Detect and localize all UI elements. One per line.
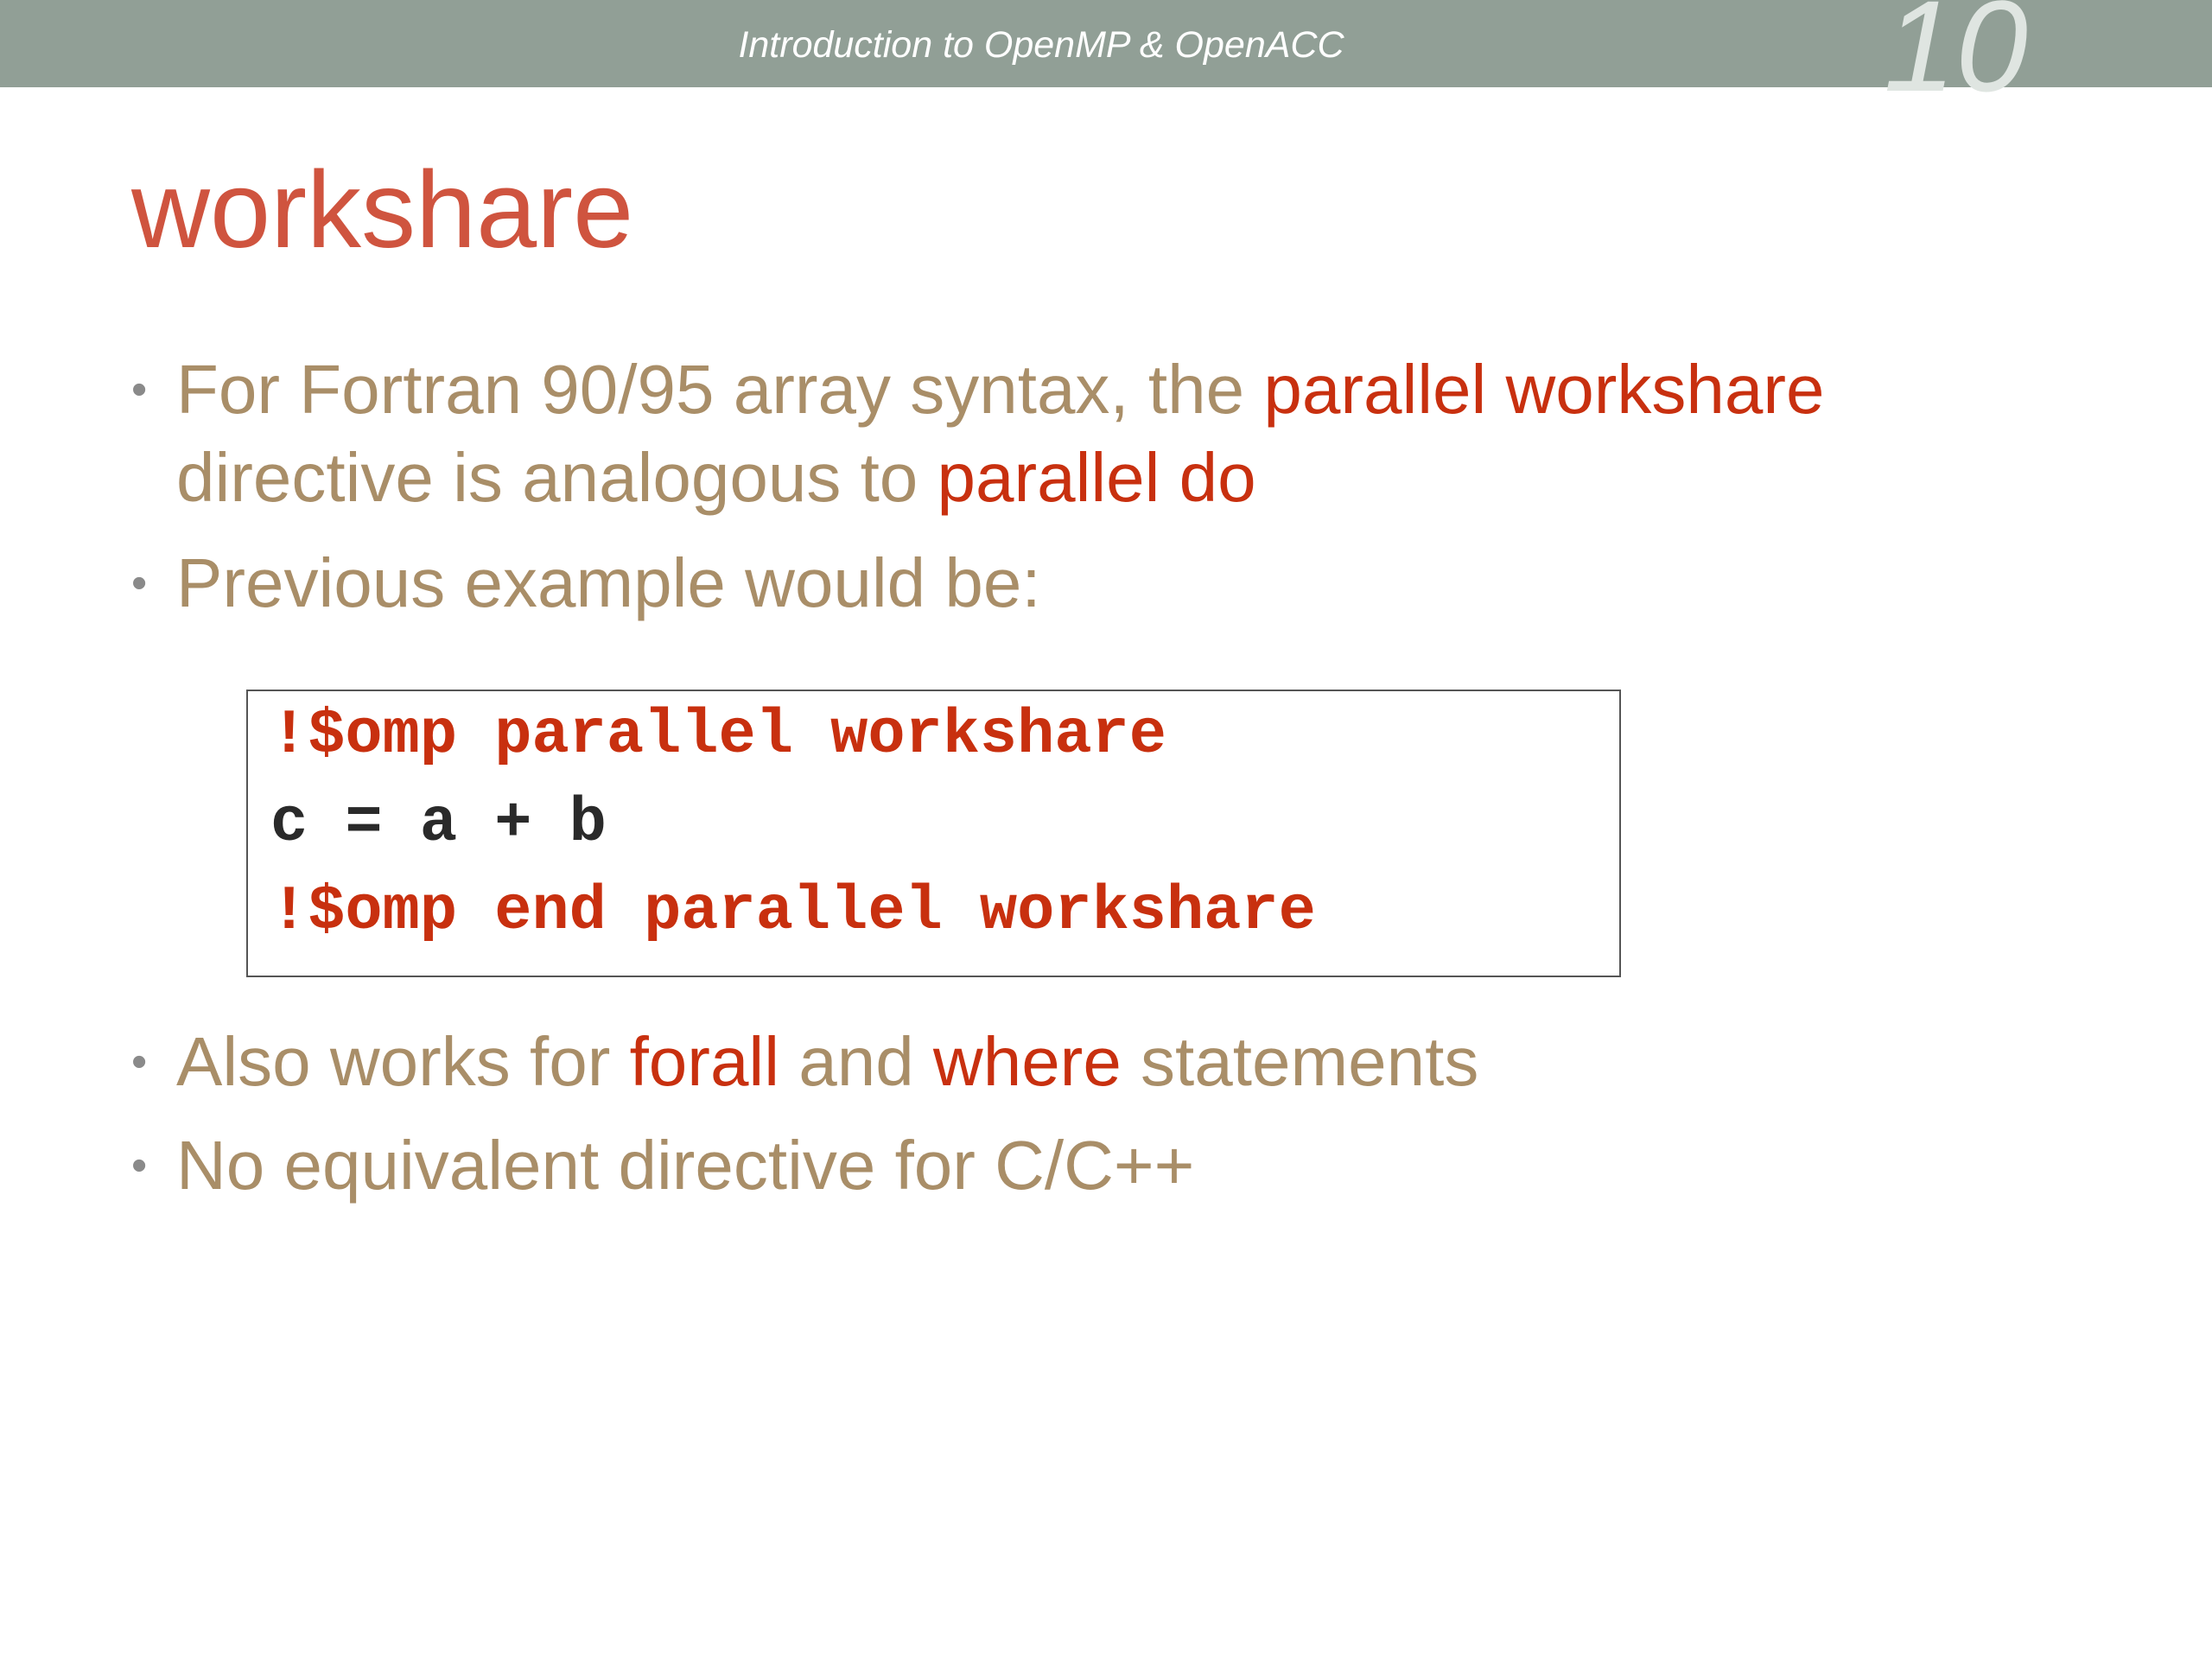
text-run: No equivalent directive for C/C++ bbox=[176, 1127, 1195, 1204]
bullet-text: Also works for forall and where statemen… bbox=[176, 1018, 2084, 1106]
highlight-run: parallel do bbox=[937, 439, 1256, 516]
text-run: For Fortran 90/95 array syntax, the bbox=[176, 351, 1264, 428]
text-run: statements bbox=[1121, 1023, 1479, 1100]
code-line-directive: !$omp end parallel workshare bbox=[270, 876, 1316, 947]
code-line-directive: !$omp parallel workshare bbox=[270, 700, 1166, 771]
bullet-dot-icon: • bbox=[131, 1037, 148, 1087]
bullet-dot-icon: • bbox=[131, 1141, 148, 1191]
bullet-text: For Fortran 90/95 array syntax, the para… bbox=[176, 346, 2084, 522]
bullet-dot-icon: • bbox=[131, 365, 148, 415]
bullet-item: • Previous example would be: bbox=[131, 539, 2084, 627]
bullet-item: • For Fortran 90/95 array syntax, the pa… bbox=[131, 346, 2084, 522]
text-run: and bbox=[779, 1023, 933, 1100]
text-run: Previous example would be: bbox=[176, 544, 1041, 621]
bullet-text: No equivalent directive for C/C++ bbox=[176, 1122, 2084, 1210]
bullet-dot-icon: • bbox=[131, 558, 148, 608]
header-bar: Introduction to OpenMP & OpenACC 10 bbox=[0, 0, 2212, 111]
code-block: !$omp parallel workshare c = a + b !$omp… bbox=[246, 690, 1621, 977]
text-run: directive is analogous to bbox=[176, 439, 938, 516]
bullet-item: • No equivalent directive for C/C++ bbox=[131, 1122, 2084, 1210]
code-line-statement: c = a + b bbox=[270, 788, 607, 859]
highlight-run: forall bbox=[629, 1023, 779, 1100]
slide-title: workshare bbox=[131, 149, 634, 270]
highlight-run: parallel workshare bbox=[1263, 351, 1825, 428]
text-run: Also works for bbox=[176, 1023, 630, 1100]
highlight-run: where bbox=[932, 1023, 1122, 1100]
bullet-item: • Also works for forall and where statem… bbox=[131, 1018, 2084, 1106]
slide-number: 10 bbox=[1884, 0, 2028, 118]
bullet-text: Previous example would be: bbox=[176, 539, 2084, 627]
presentation-title: Introduction to OpenMP & OpenACC bbox=[738, 24, 1344, 66]
